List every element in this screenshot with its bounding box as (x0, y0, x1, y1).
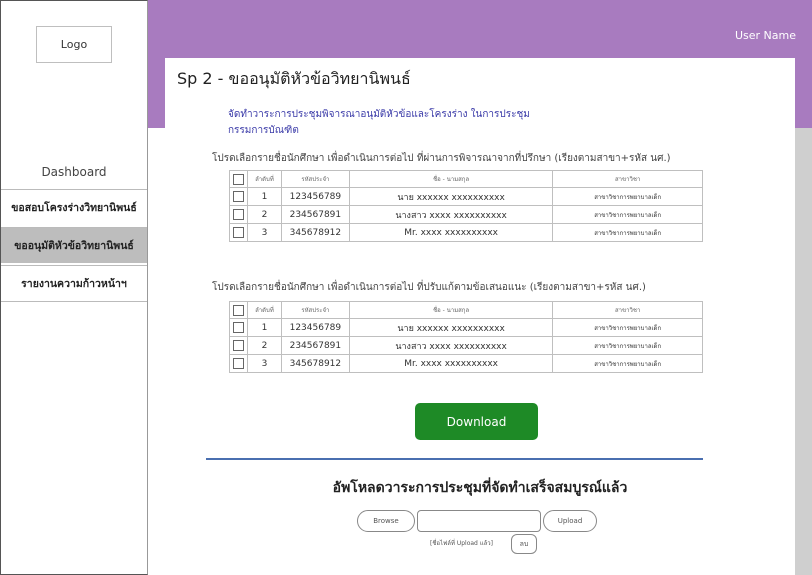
row-id: 234567891 (280, 205, 350, 224)
row-id: 123456789 (280, 187, 350, 206)
row-seq: 1 (246, 187, 282, 206)
row-major: สาขาวิชาการพยาบาลเด็ก (552, 205, 703, 224)
table-row: 2 234567891 นางสาว xxxx xxxxxxxxxx สาขาว… (229, 336, 703, 355)
table-header-row: ลำดับที่ รหัสประจำ ชื่อ - นามสกุล สาขาวิ… (229, 170, 703, 188)
table-row: 1 123456789 นาย xxxxxx xxxxxxxxxx สาขาวิ… (229, 187, 703, 206)
select-all-cell (229, 170, 248, 188)
sidebar-item-progress-report[interactable]: รายงานความก้าวหน้าฯ (1, 265, 147, 301)
section2-note: โปรดเลือกรายชื่อนักศึกษา เพื่อดำเนินการต… (212, 282, 646, 293)
logo: Logo (36, 26, 112, 63)
row-checkbox[interactable] (232, 191, 244, 202)
user-name[interactable]: User Name (735, 29, 796, 42)
table-row: 3 345678912 Mr. xxxx xxxxxxxxxx สาขาวิชา… (229, 354, 703, 373)
file-path-input[interactable] (417, 510, 541, 532)
sidebar-item-label: ขออนุมัติหัวข้อวิทยานิพนธ์ (14, 240, 134, 252)
row-checkbox-cell (229, 223, 248, 242)
sidebar-divider (1, 301, 147, 302)
row-seq: 3 (246, 354, 282, 373)
description-line-2: กรรมการบัณฑิต (228, 125, 299, 136)
col-seq: ลำดับที่ (246, 301, 282, 319)
col-major: สาขาวิชา (552, 301, 703, 319)
main-card: Sp 2 - ขออนุมัติหัวข้อวิทยานิพนธ์ จัดทำว… (165, 58, 795, 575)
row-checkbox-cell (229, 336, 248, 355)
row-name: นาย xxxxxx xxxxxxxxxx (348, 318, 554, 337)
table-header-row: ลำดับที่ รหัสประจำ ชื่อ - นามสกุล สาขาวิ… (229, 301, 703, 319)
col-major: สาขาวิชา (552, 170, 703, 188)
row-seq: 2 (246, 205, 282, 224)
row-checkbox[interactable] (232, 209, 244, 220)
row-id: 345678912 (280, 223, 350, 242)
row-major: สาขาวิชาการพยาบาลเด็ก (552, 336, 703, 355)
row-checkbox[interactable] (232, 322, 244, 333)
row-id: 123456789 (280, 318, 350, 337)
row-name: นางสาว xxxx xxxxxxxxxx (348, 336, 554, 355)
student-table-approved: ลำดับที่ รหัสประจำ ชื่อ - นามสกุล สาขาวิ… (229, 170, 703, 242)
row-seq: 2 (246, 336, 282, 355)
row-major: สาขาวิชาการพยาบาลเด็ก (552, 354, 703, 373)
row-checkbox[interactable] (232, 340, 244, 351)
col-name: ชื่อ - นามสกุล (348, 170, 554, 188)
select-all-cell (229, 301, 248, 319)
page-title: Sp 2 - ขออนุมัติหัวข้อวิทยานิพนธ์ (177, 69, 411, 88)
description-line-1: จัดทำวาระการประชุมพิจารณาอนุมัติหัวข้อแล… (228, 109, 530, 120)
row-name: นาย xxxxxx xxxxxxxxxx (348, 187, 554, 206)
row-checkbox-cell (229, 187, 248, 206)
row-id: 345678912 (280, 354, 350, 373)
upload-title: อัพโหลดวาระการประชุมที่จัดทำเสร็จสมบูรณ์… (332, 480, 628, 496)
table-row: 1 123456789 นาย xxxxxx xxxxxxxxxx สาขาวิ… (229, 318, 703, 337)
col-id: รหัสประจำ (280, 301, 350, 319)
row-major: สาขาวิชาการพยาบาลเด็ก (552, 187, 703, 206)
select-all-checkbox[interactable] (232, 173, 244, 185)
row-checkbox-cell (229, 205, 248, 224)
row-checkbox-cell (229, 318, 248, 337)
table-row: 3 345678912 Mr. xxxx xxxxxxxxxx สาขาวิชา… (229, 223, 703, 242)
col-name: ชื่อ - นามสกุล (348, 301, 554, 319)
download-button[interactable]: Download (415, 403, 538, 440)
row-seq: 1 (246, 318, 282, 337)
uploaded-file-name: [ชื่อไฟล์ที่ Upload แล้ว] (430, 540, 494, 547)
row-checkbox[interactable] (232, 227, 244, 238)
sidebar-item-label: รายงานความก้าวหน้าฯ (21, 278, 127, 290)
sidebar-item-topic-approval[interactable]: ขออนุมัติหัวข้อวิทยานิพนธ์ (1, 227, 147, 263)
delete-button[interactable]: ลบ (511, 534, 537, 554)
dashboard-label[interactable]: Dashboard (1, 161, 147, 183)
sidebar: Logo Dashboard ขอสอบโครงร่างวิทยานิพนธ์ … (0, 0, 148, 575)
logo-text: Logo (60, 38, 88, 51)
table-row: 2 234567891 นางสาว xxxx xxxxxxxxxx สาขาว… (229, 205, 703, 224)
col-seq: ลำดับที่ (246, 170, 282, 188)
scroll-gutter (795, 128, 812, 575)
row-checkbox-cell (229, 354, 248, 373)
browse-button[interactable]: Browse (357, 510, 415, 532)
row-checkbox[interactable] (232, 358, 244, 369)
row-major: สาขาวิชาการพยาบาลเด็ก (552, 318, 703, 337)
row-major: สาขาวิชาการพยาบาลเด็ก (552, 223, 703, 242)
description: จัดทำวาระการประชุมพิจารณาอนุมัติหัวข้อแล… (228, 107, 588, 139)
section1-note: โปรดเลือกรายชื่อนักศึกษา เพื่อดำเนินการต… (212, 153, 671, 164)
select-all-checkbox[interactable] (232, 304, 244, 316)
section-divider (206, 458, 703, 460)
row-seq: 3 (246, 223, 282, 242)
row-name: นางสาว xxxx xxxxxxxxxx (348, 205, 554, 224)
student-table-revised: ลำดับที่ รหัสประจำ ชื่อ - นามสกุล สาขาวิ… (229, 301, 703, 373)
row-name: Mr. xxxx xxxxxxxxxx (348, 223, 554, 242)
sidebar-item-proposal-exam[interactable]: ขอสอบโครงร่างวิทยานิพนธ์ (1, 189, 147, 225)
row-id: 234567891 (280, 336, 350, 355)
col-id: รหัสประจำ (280, 170, 350, 188)
sidebar-item-label: ขอสอบโครงร่างวิทยานิพนธ์ (11, 202, 137, 214)
row-name: Mr. xxxx xxxxxxxxxx (348, 354, 554, 373)
upload-button[interactable]: Upload (543, 510, 597, 532)
